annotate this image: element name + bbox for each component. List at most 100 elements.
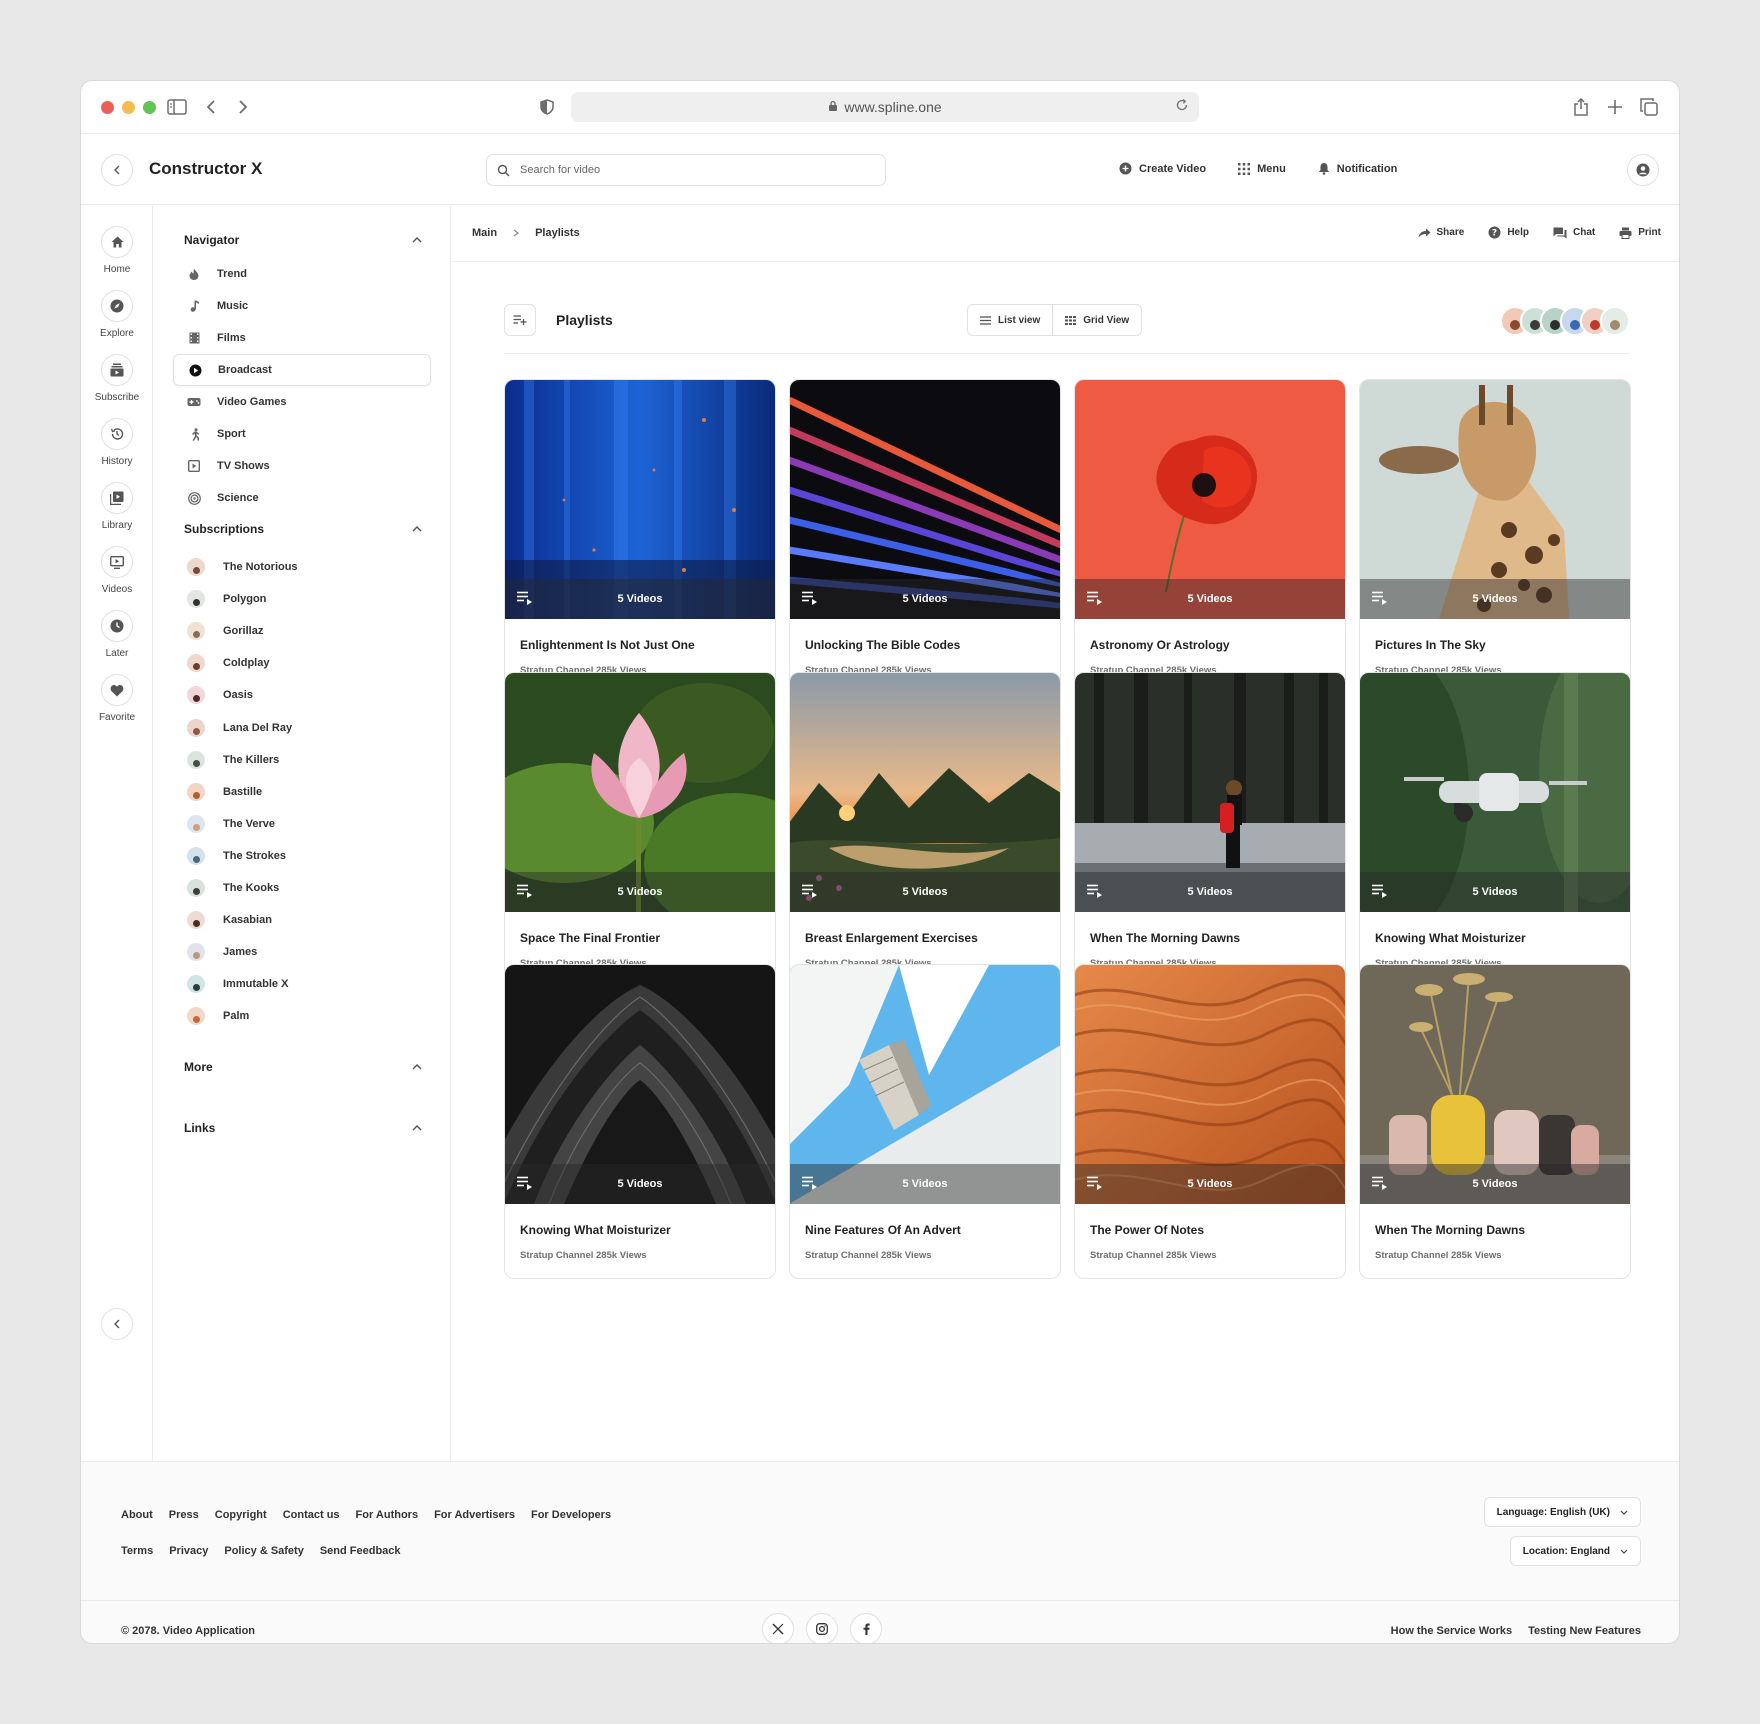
subscription-item[interactable]: Coldplay: [187, 654, 269, 673]
playlist-card[interactable]: 5 Videos The Power Of Notes Stratup Channe…: [1074, 964, 1346, 1279]
subscription-item[interactable]: Gorillaz: [187, 622, 263, 641]
playlist-play-icon[interactable]: [802, 1176, 818, 1195]
playlist-play-icon[interactable]: [802, 884, 818, 903]
playlist-title[interactable]: Enlightenment Is Not Just One: [520, 638, 695, 652]
footer-link[interactable]: For Developers: [531, 1509, 611, 1521]
reload-icon[interactable]: [1175, 98, 1189, 115]
playlist-title[interactable]: When The Morning Dawns: [1375, 1223, 1525, 1237]
close-window-button[interactable]: [101, 101, 114, 114]
subscription-item[interactable]: Kasabian: [187, 911, 272, 930]
breadcrumb-main[interactable]: Main: [472, 227, 497, 239]
footer-link[interactable]: About: [121, 1509, 153, 1521]
rail-item-favorite[interactable]: Favorite: [81, 674, 153, 723]
subscription-item[interactable]: Lana Del Ray: [187, 718, 292, 737]
more-header[interactable]: More: [184, 1060, 422, 1074]
playlist-card[interactable]: 5 Videos Knowing What Moisturizer Stratup …: [1359, 671, 1631, 987]
playlist-card[interactable]: 5 Videos When The Morning Dawns Stratup Ch…: [1074, 671, 1346, 987]
playlist-thumbnail[interactable]: 5 Videos: [1075, 965, 1345, 1204]
playlist-play-icon[interactable]: [517, 884, 533, 903]
share-button[interactable]: Share: [1418, 226, 1464, 239]
rail-item-later[interactable]: Later: [81, 610, 153, 659]
playlist-title[interactable]: Breast Enlargement Exercises: [805, 931, 978, 945]
location-select[interactable]: Location: England: [1509, 1536, 1641, 1566]
playlist-thumbnail[interactable]: 5 Videos: [790, 380, 1060, 619]
collaborator-avatars[interactable]: [1500, 306, 1630, 336]
playlist-card[interactable]: 5 Videos Unlocking The Bible Codes Stratup…: [789, 379, 1061, 694]
footer-link[interactable]: Contact us: [283, 1509, 340, 1521]
footer-link[interactable]: Privacy: [169, 1545, 208, 1557]
nav-item-music[interactable]: Music: [173, 290, 431, 322]
rail-item-videos[interactable]: Videos: [81, 546, 153, 595]
subscription-item[interactable]: The Verve: [187, 814, 275, 833]
playlist-play-icon[interactable]: [517, 591, 533, 610]
playlist-card[interactable]: 5 Videos Space The Final Frontier Stratup …: [504, 671, 776, 987]
subscription-item[interactable]: The Kooks: [187, 879, 279, 897]
playlist-thumbnail[interactable]: 5 Videos: [1360, 672, 1630, 912]
footer-link[interactable]: For Authors: [356, 1509, 419, 1521]
share-page-icon[interactable]: [1569, 95, 1593, 119]
playlist-play-icon[interactable]: [1087, 884, 1103, 903]
playlist-thumbnail[interactable]: 5 Videos: [505, 672, 775, 912]
back-button[interactable]: [101, 154, 133, 186]
nav-item-video-games[interactable]: Video Games: [173, 386, 431, 418]
playlist-title[interactable]: Astronomy Or Astrology: [1090, 638, 1230, 652]
subscription-item[interactable]: The Killers: [187, 750, 279, 769]
footer-link[interactable]: Copyright: [215, 1509, 267, 1521]
subscription-item[interactable]: James: [187, 943, 257, 962]
playlist-play-icon[interactable]: [517, 1176, 533, 1195]
playlist-card[interactable]: 5 Videos Knowing What Moisturizer Stratup …: [504, 964, 776, 1279]
subscription-item[interactable]: Polygon: [187, 590, 266, 609]
nav-item-tv-shows[interactable]: TV Shows: [173, 450, 431, 482]
instagram-icon[interactable]: [806, 1613, 838, 1643]
subscription-item[interactable]: The Strokes: [187, 846, 286, 865]
playlist-play-icon[interactable]: [1372, 884, 1388, 903]
playlist-title[interactable]: Knowing What Moisturizer: [1375, 931, 1526, 945]
minimize-window-button[interactable]: [122, 101, 135, 114]
collapse-sidebar-button[interactable]: [101, 1308, 133, 1340]
playlist-play-icon[interactable]: [1087, 591, 1103, 610]
chat-button[interactable]: Chat: [1553, 226, 1595, 239]
playlist-thumbnail[interactable]: 5 Videos: [1360, 380, 1630, 619]
navigator-header[interactable]: Navigator: [184, 233, 422, 247]
list-view-button[interactable]: List view: [968, 305, 1052, 335]
playlist-play-icon[interactable]: [1372, 591, 1388, 610]
nav-item-broadcast[interactable]: Broadcast: [173, 354, 431, 386]
rail-item-history[interactable]: History: [81, 418, 153, 467]
sidebar-toggle-icon[interactable]: [165, 95, 189, 119]
subscriptions-header[interactable]: Subscriptions: [184, 522, 422, 536]
footer-link[interactable]: Policy & Safety: [224, 1545, 303, 1557]
playlist-play-icon[interactable]: [1372, 1176, 1388, 1195]
rail-item-explore[interactable]: Explore: [81, 290, 153, 339]
facebook-icon[interactable]: [850, 1613, 882, 1643]
nav-item-science[interactable]: Science: [173, 482, 431, 514]
create-video-button[interactable]: Create Video: [1119, 162, 1206, 175]
rail-item-library[interactable]: Library: [81, 482, 153, 531]
back-arrow-icon[interactable]: [199, 95, 223, 119]
menu-button[interactable]: Menu: [1238, 162, 1286, 175]
playlist-thumbnail[interactable]: 5 Videos: [1360, 965, 1630, 1204]
subscription-item[interactable]: Immutable X: [187, 975, 288, 994]
playlist-title[interactable]: The Power Of Notes: [1090, 1223, 1204, 1237]
nav-item-trend[interactable]: Trend: [173, 258, 431, 290]
rail-item-home[interactable]: Home: [81, 226, 153, 275]
playlist-title[interactable]: Unlocking The Bible Codes: [805, 638, 960, 652]
address-bar[interactable]: www.spline.one: [571, 92, 1199, 122]
playlist-title[interactable]: Pictures In The Sky: [1375, 638, 1486, 652]
playlist-thumbnail[interactable]: 5 Videos: [790, 672, 1060, 912]
playlist-play-icon[interactable]: [802, 591, 818, 610]
print-button[interactable]: Print: [1619, 226, 1661, 239]
playlist-title[interactable]: Knowing What Moisturizer: [520, 1223, 671, 1237]
tabs-overview-icon[interactable]: [1637, 95, 1661, 119]
playlist-thumbnail[interactable]: 5 Videos: [505, 380, 775, 619]
playlist-card[interactable]: 5 Videos Breast Enlargement Exercises Stra…: [789, 671, 1061, 987]
grid-view-button[interactable]: Grid View: [1052, 305, 1141, 335]
playlist-card[interactable]: 5 Videos Enlightenment Is Not Just One Str…: [504, 379, 776, 694]
rail-item-subscribe[interactable]: Subscribe: [81, 354, 153, 403]
search-input[interactable]: [520, 164, 860, 176]
search-box[interactable]: [486, 154, 886, 186]
nav-item-sport[interactable]: Sport: [173, 418, 431, 450]
forward-arrow-icon[interactable]: [231, 95, 255, 119]
x-icon[interactable]: [762, 1613, 794, 1643]
playlist-card[interactable]: 5 Videos Astronomy Or Astrology Stratup Ch…: [1074, 379, 1346, 694]
footer-link[interactable]: Send Feedback: [320, 1545, 401, 1557]
